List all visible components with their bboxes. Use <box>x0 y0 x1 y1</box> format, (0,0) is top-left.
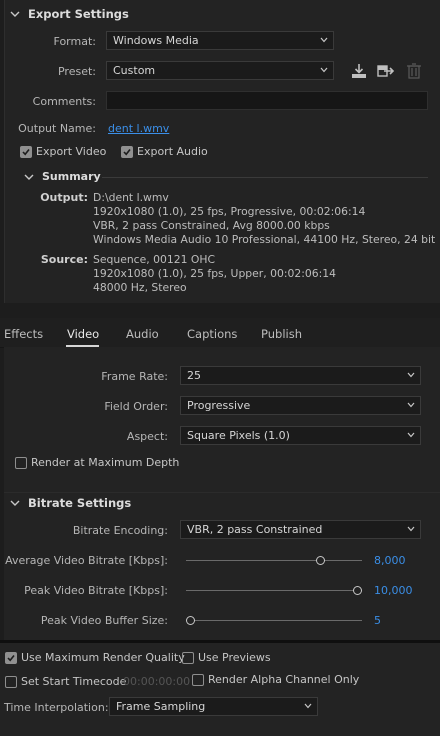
export-video-checkbox[interactable] <box>20 146 32 158</box>
peak-buffer-label: Peak Video Buffer Size: <box>40 614 168 627</box>
bitrate-encoding-label: Bitrate Encoding: <box>72 524 168 537</box>
bitrate-encoding-value: VBR, 2 pass Constrained <box>187 523 323 536</box>
avg-bitrate-value[interactable]: 8,000 <box>374 554 406 567</box>
chevron-down-icon <box>304 703 312 709</box>
summary-title: Summary <box>42 170 101 183</box>
checkmark-icon <box>22 149 30 156</box>
use-previews-checkbox[interactable] <box>182 652 194 664</box>
tab-bar: Effects Video Audio Captions Publish <box>0 318 440 348</box>
start-timecode-checkbox[interactable] <box>5 676 17 688</box>
import-preset-icon[interactable] <box>377 63 395 79</box>
alpha-only-checkbox[interactable] <box>192 674 204 686</box>
summary-divider <box>102 177 428 178</box>
output-name-label: Output Name: <box>18 122 96 135</box>
peak-bitrate-slider[interactable] <box>186 590 362 591</box>
chevron-down-icon <box>407 402 415 408</box>
peak-bitrate-slider-thumb[interactable] <box>353 586 362 595</box>
chevron-down-icon[interactable] <box>10 498 20 508</box>
export-audio-checkbox[interactable] <box>121 146 133 158</box>
summary-output-line: D:\dent l.wmv <box>93 191 169 204</box>
export-video-label: Export Video <box>36 145 107 158</box>
max-render-quality-checkbox[interactable] <box>5 652 17 664</box>
frame-rate-value: 25 <box>187 369 201 382</box>
chevron-down-icon <box>407 526 415 532</box>
chevron-down-icon <box>407 432 415 438</box>
summary-source-key: Source: <box>40 253 88 266</box>
summary-output-line: 1920x1080 (1.0), 25 fps, Progressive, 00… <box>93 205 366 218</box>
avg-bitrate-label: Average Video Bitrate [Kbps]: <box>5 554 168 567</box>
export-audio-label: Export Audio <box>137 145 208 158</box>
summary-output-line: Windows Media Audio 10 Professional, 441… <box>93 233 436 246</box>
field-order-dropdown[interactable]: Progressive <box>180 396 421 415</box>
frame-rate-label: Frame Rate: <box>101 370 168 383</box>
alpha-only-label: Render Alpha Channel Only <box>208 673 360 686</box>
summary-source-line: 1920x1080 (1.0), 25 fps, Upper, 00:02:06… <box>93 267 336 280</box>
time-interpolation-label: Time Interpolation: <box>4 701 109 714</box>
tab-audio[interactable]: Audio <box>126 327 159 341</box>
format-dropdown[interactable]: Windows Media <box>106 31 334 50</box>
tab-effects[interactable]: Effects <box>4 327 43 341</box>
peak-buffer-value[interactable]: 5 <box>374 614 381 627</box>
field-order-value: Progressive <box>187 399 251 412</box>
bitrate-encoding-dropdown[interactable]: VBR, 2 pass Constrained <box>180 520 421 539</box>
delete-preset-icon[interactable] <box>405 63 423 79</box>
checkmark-icon <box>123 149 131 156</box>
start-timecode-label: Set Start Timecode <box>21 675 127 688</box>
tab-captions[interactable]: Captions <box>187 327 237 341</box>
preset-label: Preset: <box>57 65 96 78</box>
use-previews-label: Use Previews <box>198 651 271 664</box>
format-value: Windows Media <box>113 34 199 47</box>
time-interpolation-dropdown[interactable]: Frame Sampling <box>109 697 318 716</box>
time-interpolation-value: Frame Sampling <box>116 700 206 713</box>
avg-bitrate-slider[interactable] <box>186 560 362 561</box>
tab-video[interactable]: Video <box>67 327 99 341</box>
tab-publish[interactable]: Publish <box>261 327 302 341</box>
chevron-down-icon[interactable] <box>24 172 34 182</box>
chevron-down-icon[interactable] <box>10 9 20 19</box>
aspect-value: Square Pixels (1.0) <box>187 429 290 442</box>
output-name-link[interactable]: dent l.wmv <box>108 122 169 135</box>
format-label: Format: <box>53 35 96 48</box>
peak-bitrate-label: Peak Video Bitrate [Kbps]: <box>24 584 168 597</box>
chevron-down-icon <box>407 372 415 378</box>
preset-dropdown[interactable]: Custom <box>106 61 334 80</box>
summary-output-line: VBR, 2 pass Constrained, Avg 8000.00 kbp… <box>93 219 330 232</box>
preset-value: Custom <box>113 64 156 77</box>
aspect-dropdown[interactable]: Square Pixels (1.0) <box>180 426 421 445</box>
max-render-quality-label: Use Maximum Render Quality <box>21 651 185 664</box>
start-timecode-value: 00:00:00:00 <box>123 675 191 688</box>
render-max-depth-label: Render at Maximum Depth <box>31 456 180 469</box>
summary-output-key: Output: <box>40 191 88 204</box>
chevron-down-icon <box>320 67 328 73</box>
render-max-depth-checkbox[interactable] <box>15 457 27 469</box>
peak-buffer-slider-thumb[interactable] <box>186 616 195 625</box>
summary-source-line: Sequence, 00121 OHC <box>93 253 216 266</box>
frame-rate-dropdown[interactable]: 25 <box>180 366 421 385</box>
save-preset-icon[interactable] <box>350 63 368 79</box>
comments-field[interactable] <box>106 91 428 110</box>
aspect-label: Aspect: <box>126 430 168 443</box>
checkmark-icon <box>7 655 15 662</box>
peak-bitrate-value[interactable]: 10,000 <box>374 584 413 597</box>
comments-label: Comments: <box>32 95 96 108</box>
summary-source-line: 48000 Hz, Stereo <box>93 281 187 294</box>
chevron-down-icon <box>320 37 328 43</box>
peak-buffer-slider[interactable] <box>186 620 362 621</box>
bitrate-settings-title: Bitrate Settings <box>28 496 132 510</box>
field-order-label: Field Order: <box>104 400 168 413</box>
export-settings-title: Export Settings <box>28 7 129 21</box>
